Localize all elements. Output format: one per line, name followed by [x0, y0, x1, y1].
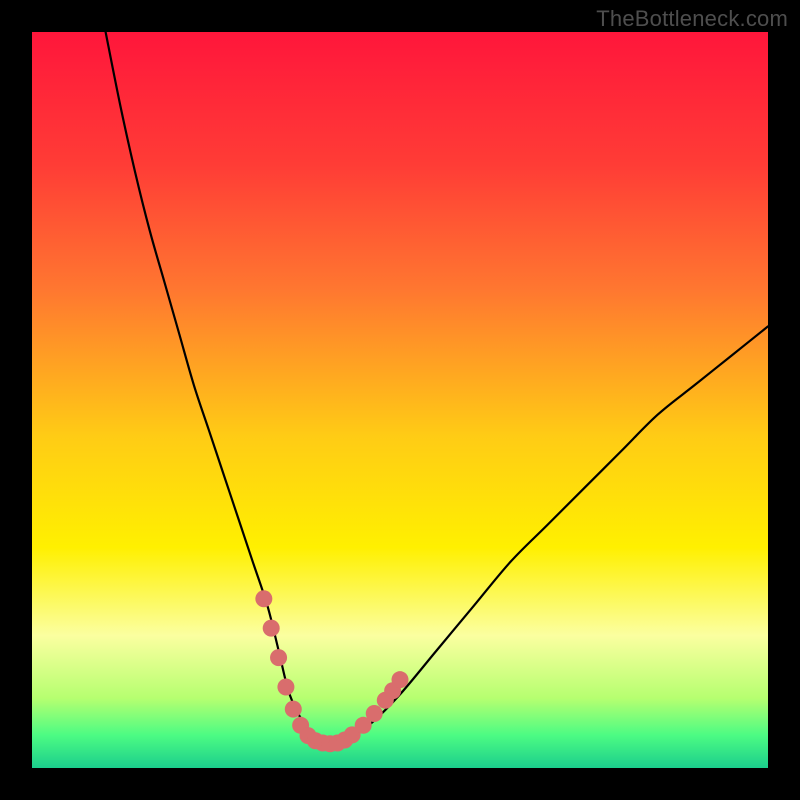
bottleneck-curve [106, 32, 768, 742]
watermark-text: TheBottleneck.com [596, 6, 788, 32]
valley-dot [366, 705, 383, 722]
valley-dot [270, 649, 287, 666]
valley-dot [285, 701, 302, 718]
curve-layer [32, 32, 768, 768]
valley-dot [263, 620, 280, 637]
valley-dot [392, 671, 409, 688]
valley-marker [255, 590, 408, 752]
valley-dot [277, 679, 294, 696]
chart-frame: TheBottleneck.com [0, 0, 800, 800]
valley-dot [255, 590, 272, 607]
plot-area [32, 32, 768, 768]
